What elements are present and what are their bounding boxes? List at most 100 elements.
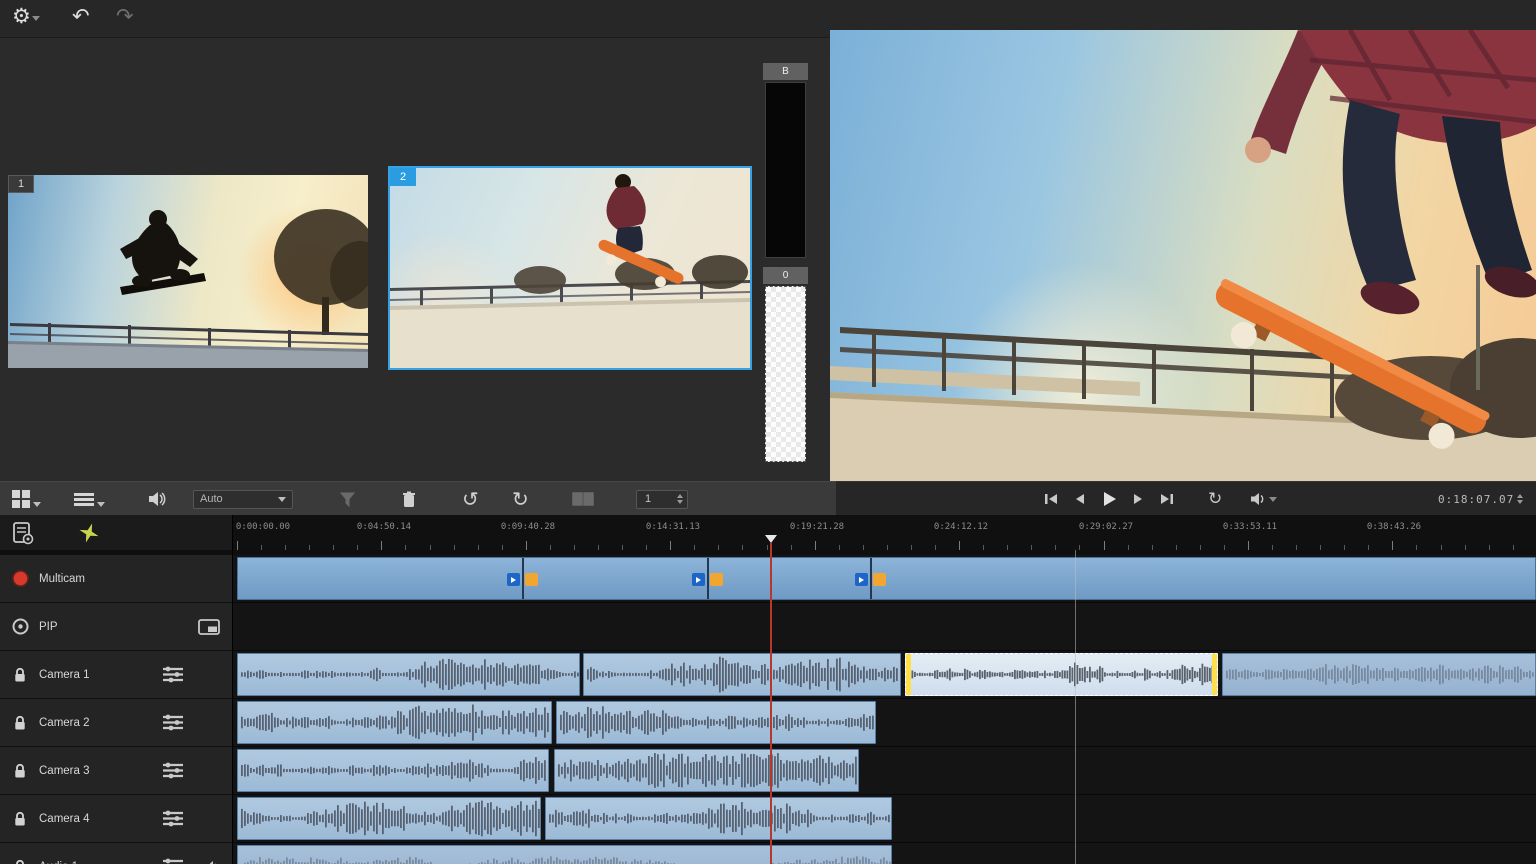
ruler-tick [237, 541, 238, 550]
multicam-clip[interactable] [237, 557, 1536, 600]
track-label: Camera 4 [39, 813, 90, 825]
mixer-icon[interactable] [162, 762, 184, 779]
edit-settings-button[interactable] [12, 515, 34, 550]
track-header-camera-2[interactable]: Camera 2 [0, 699, 232, 747]
track-header-camera-3[interactable]: Camera 3 [0, 747, 232, 795]
skater-scene [830, 30, 1536, 481]
lock-icon[interactable] [11, 859, 29, 864]
cut-marker-blue[interactable] [507, 573, 520, 586]
list-view-icon [74, 491, 94, 508]
play-button[interactable] [1102, 482, 1117, 516]
rotate-cw-button[interactable]: ↻ [512, 482, 529, 516]
strip-0-content[interactable] [765, 286, 806, 462]
preview-monitor[interactable] [830, 30, 1536, 481]
filter-button[interactable] [340, 482, 355, 516]
preview-timecode[interactable]: 0:18:07.07 [1438, 482, 1527, 516]
audio-monitor-button[interactable] [148, 482, 166, 516]
cut-marker-blue[interactable] [855, 573, 868, 586]
loop-button[interactable]: ↻ [1208, 482, 1222, 516]
go-start-button[interactable] [1044, 482, 1058, 516]
skater-silhouette-2 [390, 168, 750, 368]
timeline-clip-camera4-2[interactable] [545, 797, 892, 840]
track-label: Multicam [39, 573, 85, 585]
timeline-clip-camera2-2[interactable] [556, 701, 876, 744]
go-end-button[interactable] [1160, 482, 1174, 516]
playhead-handle[interactable] [765, 535, 777, 543]
strip-b-header[interactable]: B [763, 63, 808, 80]
source-2-tag[interactable]: 2 [390, 168, 416, 186]
timeline-clip-camera2-1[interactable] [237, 701, 552, 744]
pip-icon[interactable] [198, 619, 220, 635]
rotate-ccw-icon: ↺ [462, 487, 479, 512]
track-label: Camera 1 [39, 669, 90, 681]
ruler-tick [670, 541, 671, 550]
audio-waveform [555, 750, 859, 791]
source-monitor-1[interactable]: 1 [8, 175, 368, 368]
split-view-icon [572, 492, 594, 506]
cut-line [522, 558, 524, 599]
cut-marker-blue[interactable] [692, 573, 705, 586]
lock-icon[interactable] [11, 811, 29, 827]
timeline-clip-camera1-3[interactable] [905, 653, 1218, 696]
lock-icon[interactable] [11, 667, 29, 683]
timeline-corner [0, 515, 232, 550]
track-header-multicam[interactable]: Multicam [0, 555, 232, 603]
mixer-icon[interactable] [162, 810, 184, 827]
counter-spinner[interactable]: 1 [636, 482, 688, 516]
track-header-audio-1[interactable]: Audio 1 [0, 843, 232, 864]
step-back-button[interactable] [1074, 482, 1086, 516]
source-1-tag[interactable]: 1 [8, 175, 34, 193]
timeline-clip-camera1-1[interactable] [237, 653, 580, 696]
lock-icon[interactable] [11, 763, 29, 779]
track-header-camera-4[interactable]: Camera 4 [0, 795, 232, 843]
track-label: Camera 3 [39, 765, 90, 777]
settings-gear-icon[interactable]: ⚙ [12, 4, 40, 29]
ruler-timecode-label: 0:33:53.11 [1223, 522, 1277, 532]
marker-line [1075, 550, 1076, 864]
timeline-clip-camera4-1[interactable] [237, 797, 541, 840]
timeline-clip-camera1-4[interactable] [1222, 653, 1536, 696]
lock-icon[interactable] [11, 715, 29, 731]
track-header-pip[interactable]: PIP [0, 603, 232, 651]
cut-marker-orange[interactable] [525, 573, 538, 586]
cut-marker-orange[interactable] [710, 573, 723, 586]
rotate-ccw-button[interactable]: ↺ [462, 482, 479, 516]
go-start-icon [1044, 493, 1058, 505]
track-header-camera-1[interactable]: Camera 1 [0, 651, 232, 699]
mixer-icon[interactable] [162, 858, 184, 864]
track-label: PIP [39, 621, 58, 633]
timeline-clip-camera3-2[interactable] [554, 749, 859, 792]
timeline-clip-camera3-1[interactable] [237, 749, 549, 792]
audio-waveform [906, 654, 1218, 695]
audio-waveform [238, 654, 580, 695]
audio-sync-icon [78, 522, 100, 544]
record-icon[interactable] [11, 570, 29, 587]
playhead[interactable] [770, 543, 772, 864]
split-view-button[interactable] [572, 482, 594, 516]
mode-dropdown[interactable]: Auto [193, 482, 293, 516]
cut-marker-orange[interactable] [873, 573, 886, 586]
multicam-editor-window: ⚙ ↶ ↷ 1 [0, 0, 1536, 864]
mixer-icon[interactable] [162, 714, 184, 731]
multicam-view-button[interactable] [12, 482, 41, 516]
delete-button[interactable] [402, 482, 416, 516]
track-label: Camera 2 [39, 717, 90, 729]
strip-b-content[interactable] [765, 82, 806, 258]
trim-handle-right[interactable] [1212, 654, 1217, 695]
mixer-icon[interactable] [162, 666, 184, 683]
source-monitor-2[interactable]: 2 [390, 168, 750, 368]
speaker-icon[interactable] [205, 860, 220, 864]
target-icon[interactable] [11, 618, 29, 635]
step-forward-button[interactable] [1132, 482, 1144, 516]
redo-icon[interactable]: ↷ [116, 4, 134, 29]
timeline-clip-camera1-2[interactable] [583, 653, 901, 696]
volume-button[interactable] [1250, 482, 1277, 516]
trim-handle-left[interactable] [906, 654, 911, 695]
timeline-ruler[interactable]: 0:00:00.000:04:50.140:09:40.280:14:31.13… [232, 515, 1536, 550]
loop-icon: ↻ [1208, 489, 1222, 509]
strip-0-header[interactable]: 0 [763, 267, 808, 284]
timeline-clip-audio1-1[interactable] [237, 845, 892, 864]
audio-sync-button[interactable] [78, 515, 100, 550]
undo-icon[interactable]: ↶ [72, 4, 90, 29]
list-view-button[interactable] [74, 482, 105, 516]
